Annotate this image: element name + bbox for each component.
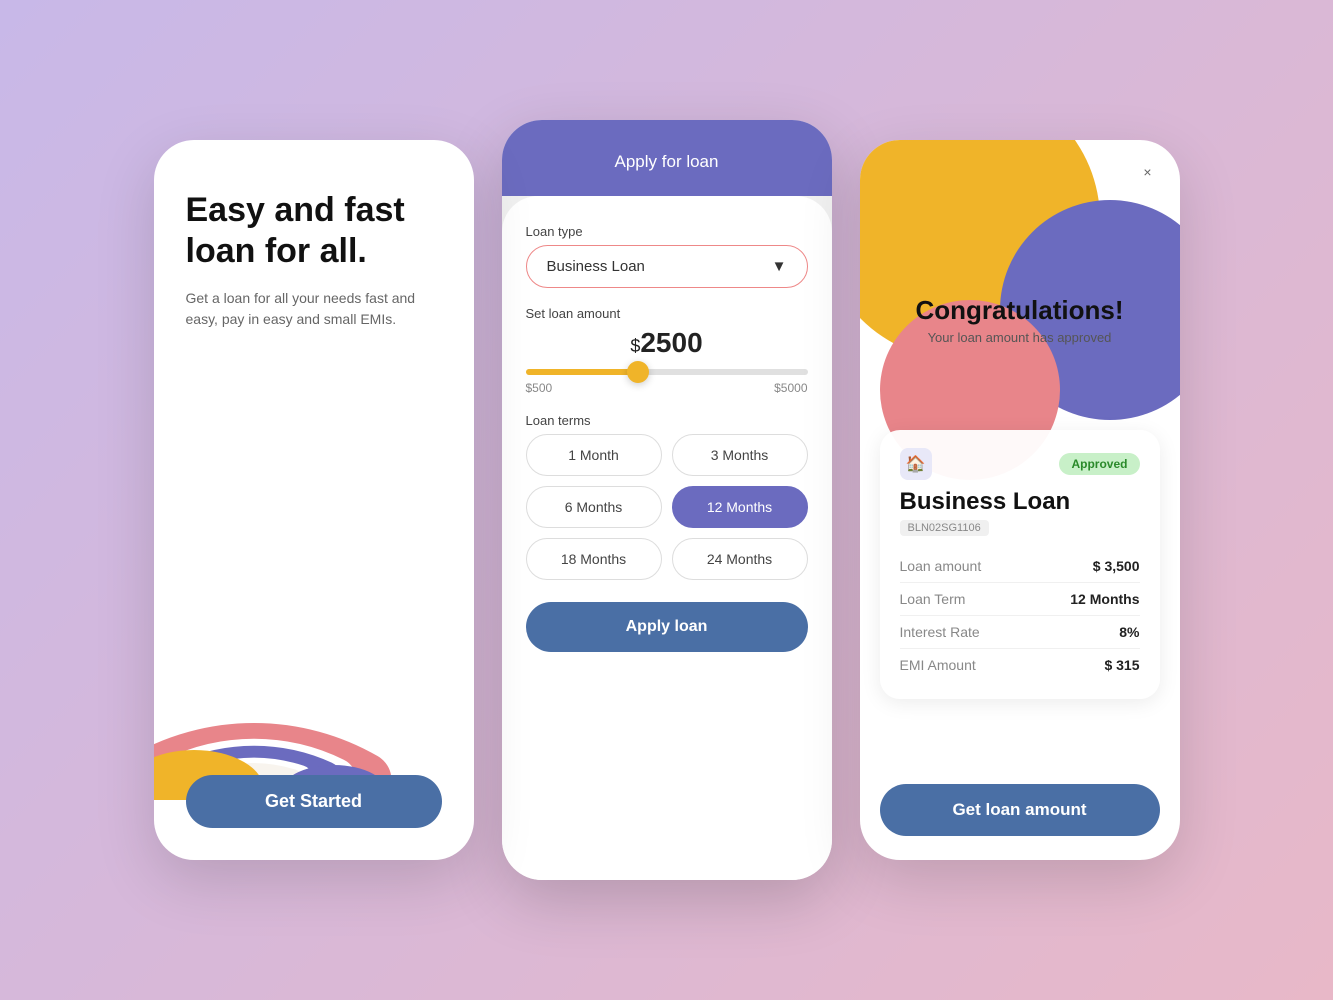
emi-amount-label: EMI Amount: [900, 657, 976, 673]
emi-amount-value: $ 315: [1104, 657, 1139, 673]
screen2: Apply for loan Loan type Business Loan ▼…: [502, 120, 832, 880]
slider-thumb[interactable]: [627, 361, 649, 383]
set-amount-label: Set loan amount: [526, 306, 808, 321]
apply-loan-title: Apply for loan: [615, 152, 719, 171]
loan-card-top: 🏠 Approved: [900, 448, 1140, 480]
loan-term-label: Loan Term: [900, 591, 966, 607]
loan-card: 🏠 Approved Business Loan BLN02SG1106 Loa…: [880, 430, 1160, 699]
loan-terms-section: Loan terms 1 Month 3 Months 6 Months 12 …: [526, 413, 808, 580]
loan-icon: 🏠: [900, 448, 932, 480]
interest-rate-row: Interest Rate 8%: [900, 616, 1140, 649]
rainbow-decoration: [154, 460, 454, 800]
screen1: Easy and fast loan for all. Get a loan f…: [154, 140, 474, 860]
screen3: × Congratulations! Your loan amount has …: [860, 140, 1180, 860]
screen1-title: Easy and fast loan for all.: [186, 190, 442, 272]
screen2-header: Apply for loan: [502, 120, 832, 196]
loan-type-label: Loan type: [526, 224, 808, 239]
slider-labels: $500 $5000: [526, 381, 808, 395]
amount-value: 2500: [640, 327, 702, 358]
loan-card-id: BLN02SG1106: [900, 520, 989, 536]
slider-track: [526, 369, 808, 375]
get-loan-amount-button[interactable]: Get loan amount: [880, 784, 1160, 836]
interest-rate-value: 8%: [1119, 624, 1139, 640]
interest-rate-label: Interest Rate: [900, 624, 980, 640]
apply-loan-button[interactable]: Apply loan: [526, 602, 808, 652]
loan-term-row: Loan Term 12 Months: [900, 583, 1140, 616]
chevron-down-icon: ▼: [772, 258, 787, 275]
term-6-months[interactable]: 6 Months: [526, 486, 662, 528]
close-button[interactable]: ×: [1132, 156, 1164, 188]
loan-amount-section: Set loan amount $2500 $500 $5000: [526, 306, 808, 395]
term-3-months[interactable]: 3 Months: [672, 434, 808, 476]
loan-type-value: Business Loan: [547, 258, 645, 275]
loan-terms-label: Loan terms: [526, 413, 808, 428]
emi-amount-row: EMI Amount $ 315: [900, 649, 1140, 681]
term-1-month[interactable]: 1 Month: [526, 434, 662, 476]
loan-amount-label: Loan amount: [900, 558, 982, 574]
loan-terms-grid: 1 Month 3 Months 6 Months 12 Months 18 M…: [526, 434, 808, 580]
term-24-months[interactable]: 24 Months: [672, 538, 808, 580]
loan-amount-slider[interactable]: [526, 369, 808, 375]
loan-type-section: Loan type Business Loan ▼: [526, 224, 808, 288]
congrats-section: Congratulations! Your loan amount has ap…: [860, 295, 1180, 345]
congrats-subtitle: Your loan amount has approved: [880, 330, 1160, 345]
term-12-months[interactable]: 12 Months: [672, 486, 808, 528]
amount-symbol: $: [630, 336, 640, 356]
close-icon: ×: [1143, 164, 1151, 180]
loan-amount-display: $2500: [526, 327, 808, 359]
approved-badge: Approved: [1059, 453, 1139, 475]
loan-amount-row: Loan amount $ 3,500: [900, 550, 1140, 583]
get-started-button[interactable]: Get Started: [186, 775, 442, 828]
loan-icon-symbol: 🏠: [906, 454, 926, 474]
screen2-body: Loan type Business Loan ▼ Set loan amoun…: [502, 196, 832, 880]
congrats-title: Congratulations!: [880, 295, 1160, 326]
slider-fill: [526, 369, 639, 375]
term-18-months[interactable]: 18 Months: [526, 538, 662, 580]
screen1-subtitle: Get a loan for all your needs fast and e…: [186, 288, 442, 330]
screens-container: Easy and fast loan for all. Get a loan f…: [154, 120, 1180, 880]
slider-max: $5000: [774, 381, 807, 395]
loan-term-value: 12 Months: [1070, 591, 1139, 607]
loan-amount-value: $ 3,500: [1093, 558, 1140, 574]
loan-card-name: Business Loan: [900, 488, 1140, 516]
slider-min: $500: [526, 381, 553, 395]
loan-type-select[interactable]: Business Loan ▼: [526, 245, 808, 288]
loan-details: Loan amount $ 3,500 Loan Term 12 Months …: [900, 550, 1140, 681]
